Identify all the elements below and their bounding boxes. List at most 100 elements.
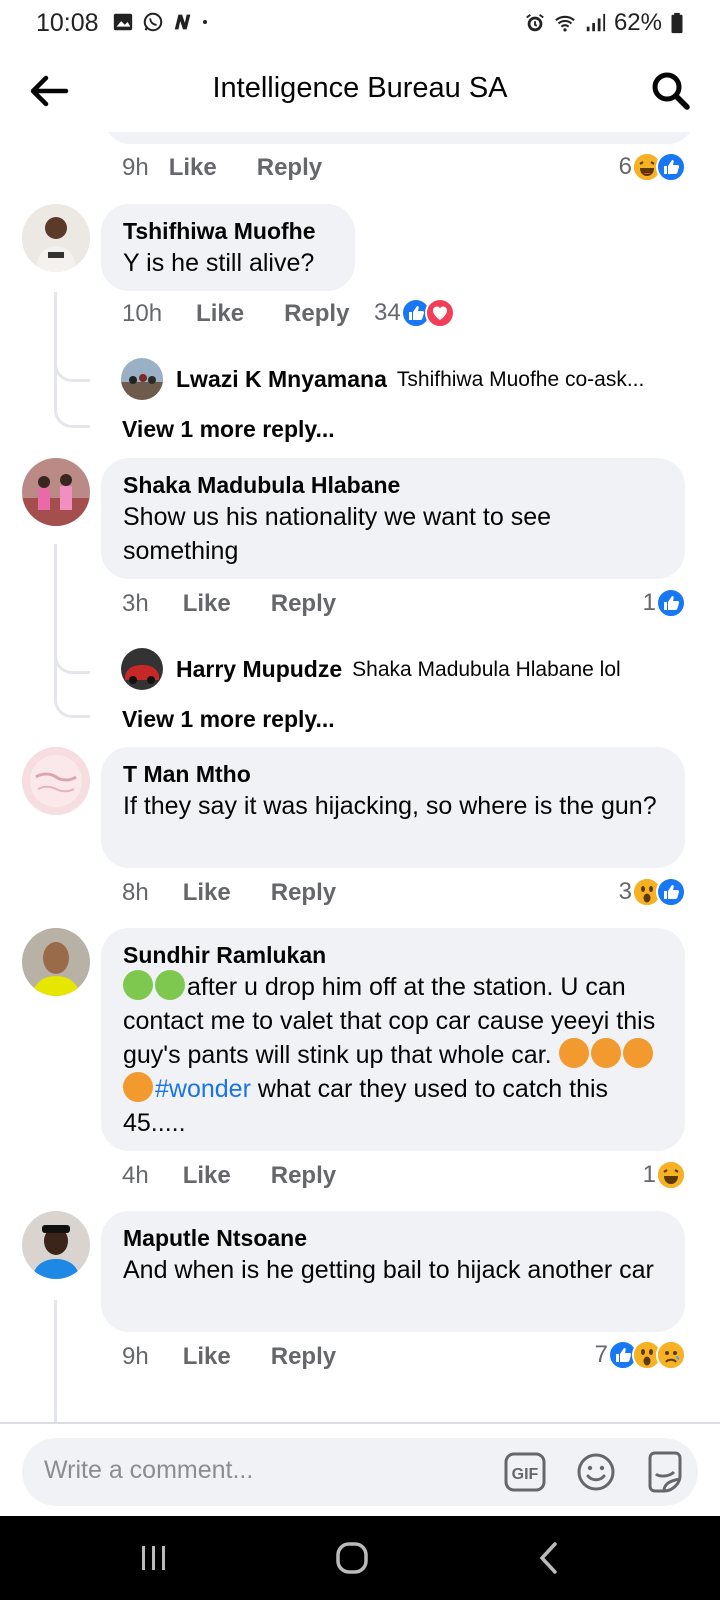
reply-author[interactable]: Lwazi K Mnyamana [176,366,387,393]
comment-actions: 4h Like Reply [122,1162,376,1190]
avatar[interactable] [22,747,90,815]
reaction-count: 34 [374,299,401,326]
avatar[interactable] [22,1211,90,1279]
wifi-icon [555,15,575,32]
thread-line [54,292,57,407]
comment-author[interactable]: Tshifhiwa Muofhe [123,216,333,246]
love-reaction-icon [424,298,455,328]
shrug-emoji-icon [622,1038,653,1068]
like-reaction-icon [656,877,686,907]
comment-actions: 10h Like Reply [122,300,389,328]
reply-preview[interactable]: Harry Mupudze Shaka Madubula Hlabane lol [176,656,621,683]
reaction-count: 1 [642,1161,656,1188]
reaction-summary[interactable]: 6 [619,152,686,182]
comment-bubble[interactable]: T Man Mtho If they say it was hijacking,… [101,747,685,868]
notification-icons [112,11,214,33]
like-reaction-icon [656,152,686,182]
sticker-icon[interactable] [644,1450,686,1494]
comment-text: If they say it was hijacking, so where i… [123,792,657,820]
comment-actions: 3h Like Reply [122,590,376,618]
page-title: Intelligence Bureau SA [212,72,508,104]
back-nav-icon[interactable] [528,1536,572,1580]
thread-connector [54,688,90,718]
comment-bubble[interactable]: Tshifhiwa Muofhe Y is he still alive? [101,204,355,291]
thread-connector [54,352,90,382]
view-more-replies-link[interactable]: View 1 more reply... [122,706,335,733]
reply-preview[interactable]: Lwazi K Mnyamana Tshifhiwa Muofhe co-ask… [176,366,644,393]
comment-actions: 9h Like Reply [122,154,362,182]
reply-button[interactable]: Reply [271,879,336,907]
comments-feed[interactable]: 9h Like Reply 6 Tshifhiwa Muofhe Y is he… [0,132,720,1422]
comment-actions: 8h Like Reply [122,879,376,907]
comment-text: Y is he still alive? [123,249,315,277]
avatar[interactable] [22,928,90,996]
reaction-summary[interactable]: 1 [643,1160,686,1190]
gif-icon[interactable]: GIF [504,1452,546,1492]
reaction-count: 7 [594,1341,608,1368]
system-status: 62% [524,9,684,37]
search-icon[interactable] [648,68,694,114]
app-bar: Intelligence Bureau SA [0,52,720,132]
avatar[interactable] [121,358,163,400]
alarm-icon [526,14,544,32]
comment-text: And when is he getting bail to hijack an… [123,1256,654,1284]
reaction-count: 3 [618,878,632,905]
battery-icon [671,12,683,34]
reply-button[interactable]: Reply [257,154,322,182]
shrug-emoji-icon [123,1072,153,1102]
reply-text: Shaka Madubula Hlabane lol [352,657,621,681]
reaction-summary[interactable]: 34 [374,298,455,328]
like-button[interactable]: Like [169,154,217,182]
reaction-summary[interactable]: 7 [595,1340,686,1370]
avatar[interactable] [22,458,90,526]
status-bar: 10:08 62% [0,0,720,46]
reaction-summary[interactable]: 1 [643,588,686,618]
comment-bubble[interactable]: Maputle Ntsoane And when is he getting b… [101,1211,685,1332]
like-button[interactable]: Like [196,300,244,328]
thread-connector [54,644,90,674]
comment-composer-bar: Write a comment... GIF [0,1422,720,1516]
comment-author[interactable]: Maputle Ntsoane [123,1223,663,1253]
reaction-count: 1 [642,589,656,616]
comment-bubble[interactable]: Shaka Madubula Hlabane Show us his natio… [101,458,685,579]
reply-text: Tshifhiwa Muofhe co-ask... [396,367,645,391]
thread-line [54,544,57,699]
reply-button[interactable]: Reply [271,1162,336,1190]
reply-button[interactable]: Reply [271,1343,336,1371]
comment-time: 3h [122,590,149,617]
like-button[interactable]: Like [183,1343,231,1371]
comment-text: Show us his nationality we want to see s… [123,503,552,565]
comment-input[interactable]: Write a comment... GIF [22,1438,698,1506]
facepalm-emoji-icon [155,970,185,1000]
view-more-replies-link[interactable]: View 1 more reply... [122,416,335,443]
status-time: 10:08 [36,9,99,37]
avatar[interactable] [121,648,163,690]
reaction-summary[interactable]: 3 [619,877,686,907]
avatar[interactable] [22,204,90,272]
comment-author[interactable]: Sundhir Ramlukan [123,940,663,970]
thread-line [54,1300,57,1422]
comment-text: after u drop him off at the station. U c… [123,970,663,1140]
emoji-icon[interactable] [576,1452,616,1492]
reply-button[interactable]: Reply [284,300,349,328]
comment-time: 4h [122,1162,149,1189]
whatsapp-icon [143,12,163,32]
comment-author[interactable]: Shaka Madubula Hlabane [123,470,663,500]
like-button[interactable]: Like [183,590,231,618]
comment-author[interactable]: T Man Mtho [123,759,663,789]
news-app-icon [174,14,191,30]
reply-author[interactable]: Harry Mupudze [176,656,342,683]
sad-reaction-icon [656,1340,686,1370]
comment-bubble[interactable]: Sundhir Ramlukan after u drop him off at… [101,928,685,1151]
hashtag-link[interactable]: #wonder [155,1075,251,1103]
like-button[interactable]: Like [183,879,231,907]
comment-time: 9h [122,1343,149,1370]
comment-time: 10h [122,300,163,327]
reply-button[interactable]: Reply [271,590,336,618]
facepalm-emoji-icon [123,970,153,1000]
recent-apps-icon[interactable] [132,1536,176,1580]
shrug-emoji-icon [558,1038,589,1068]
thread-connector [54,398,90,428]
like-button[interactable]: Like [183,1162,231,1190]
home-icon[interactable] [330,1536,374,1580]
